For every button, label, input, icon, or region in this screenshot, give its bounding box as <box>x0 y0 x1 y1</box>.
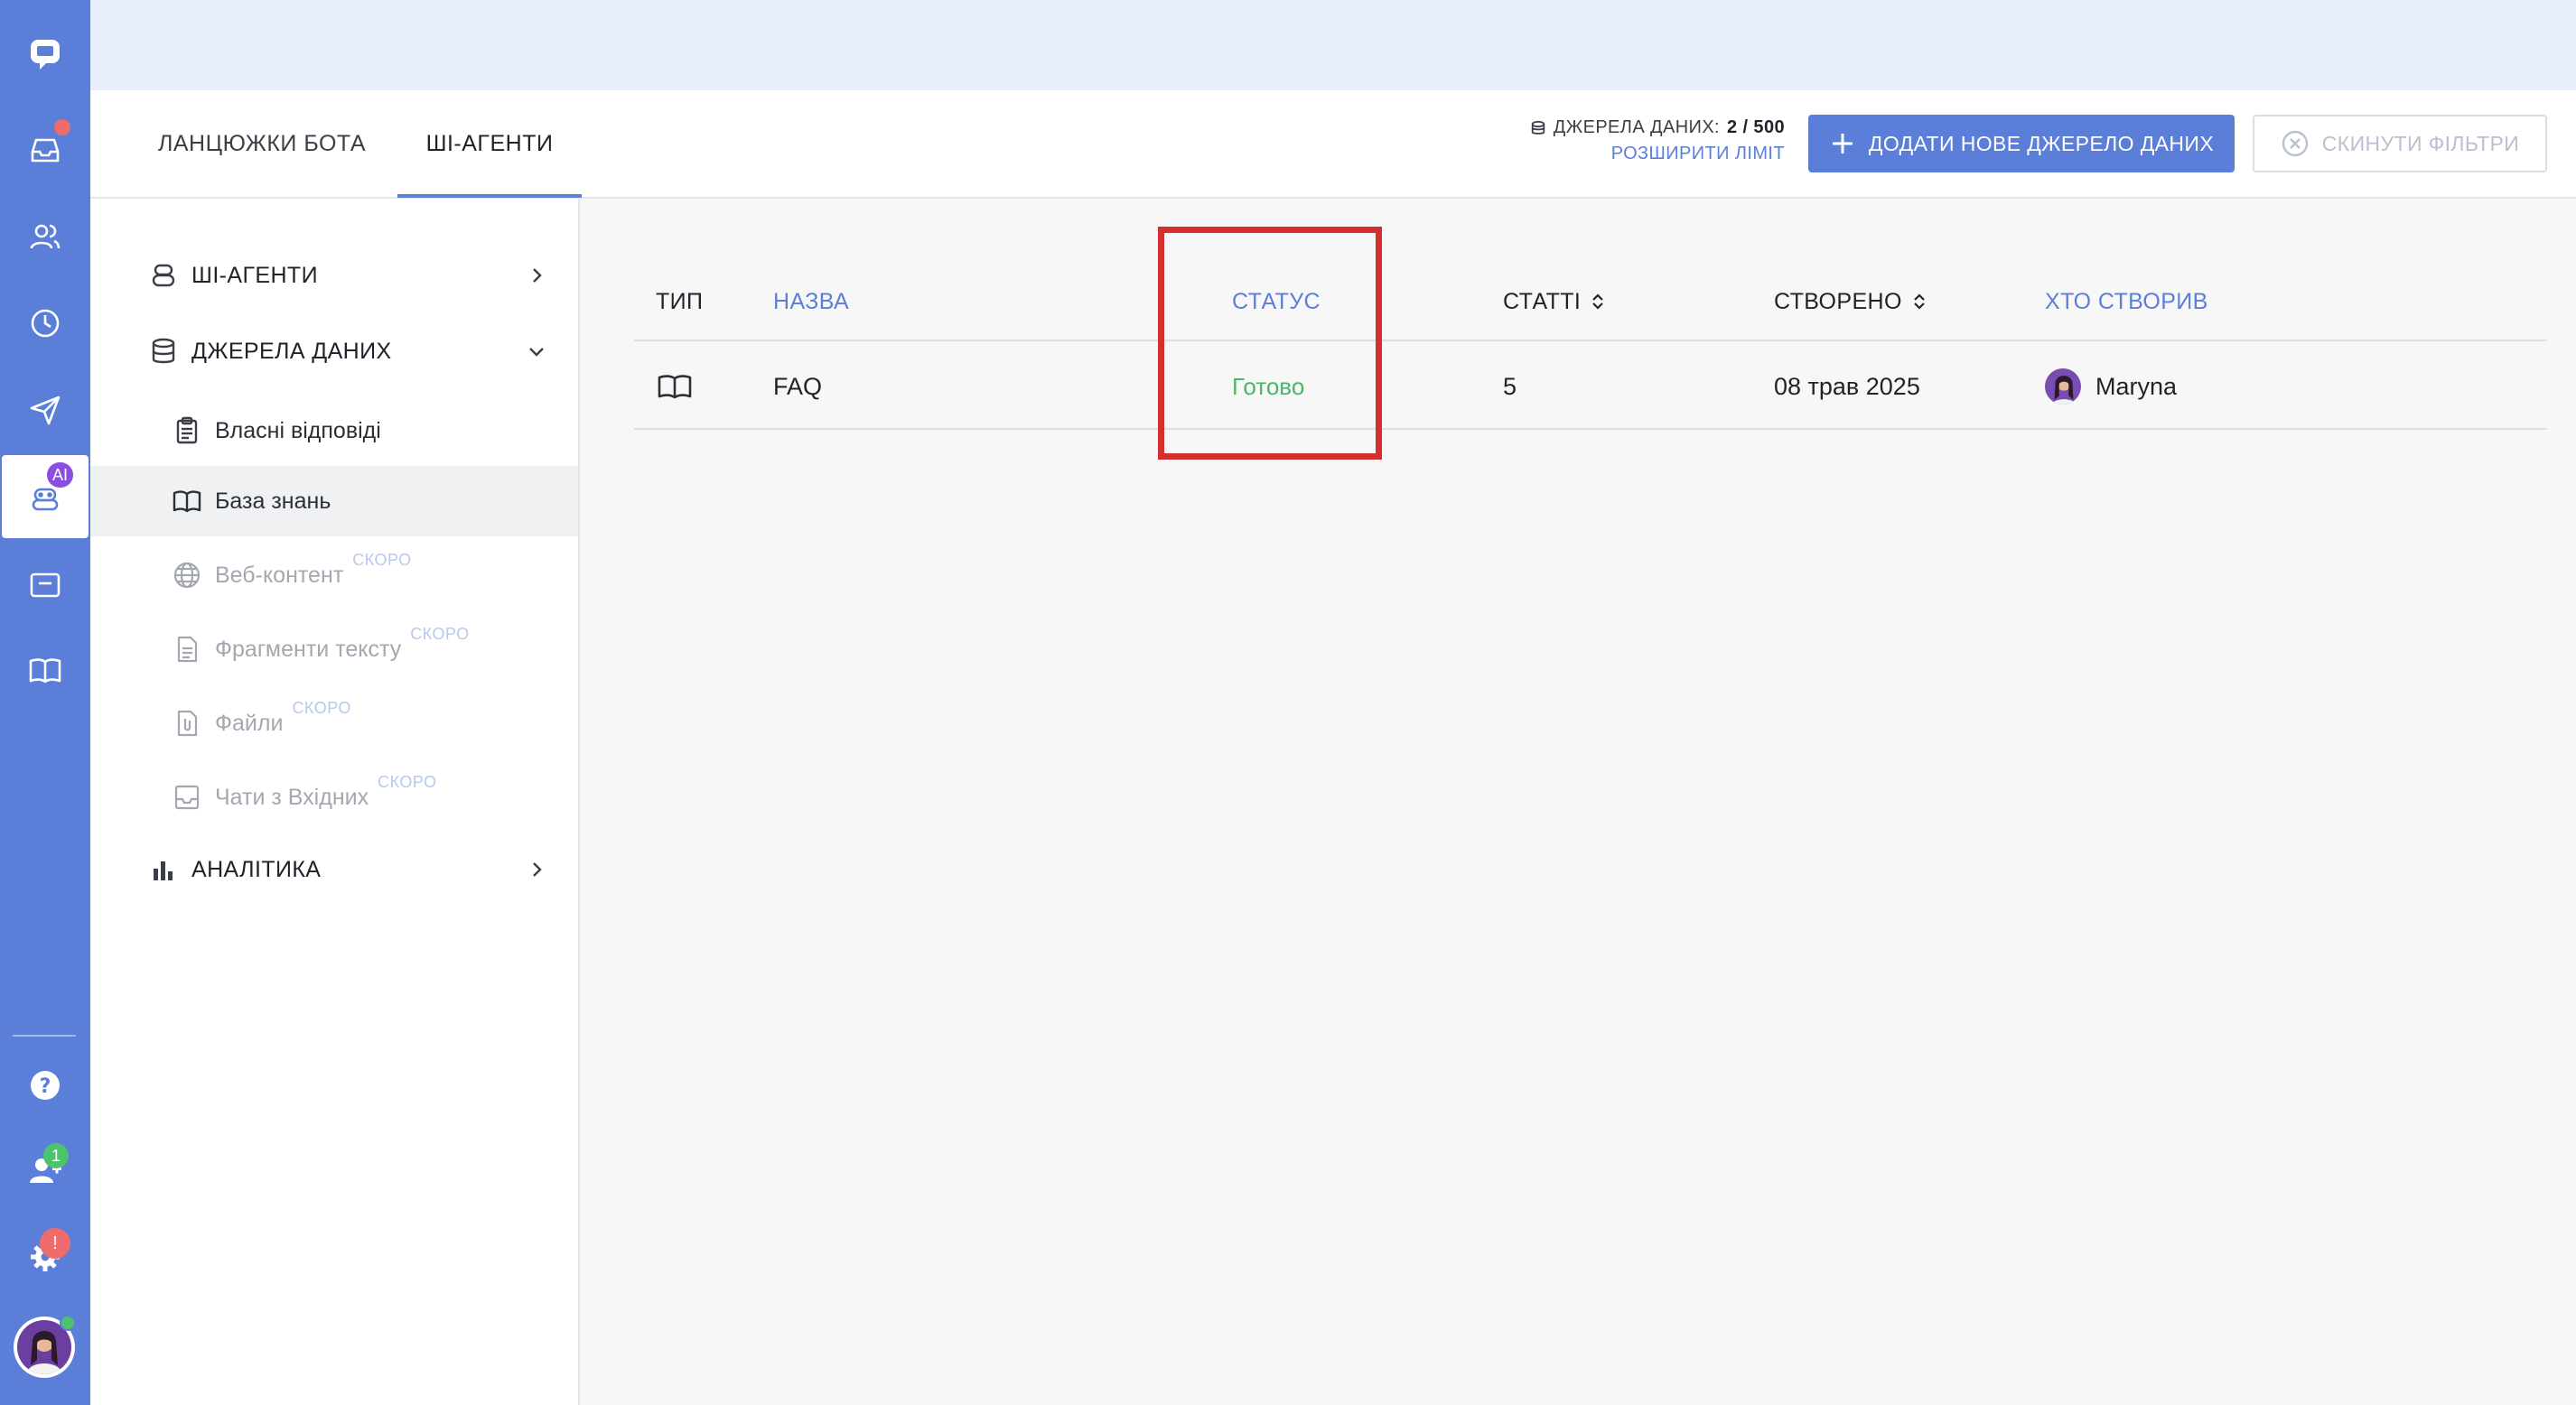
column-label: СТАТТІ <box>1503 289 1582 314</box>
sidebar-section-label: ДЖЕРЕЛА ДАНИХ <box>191 338 392 364</box>
data-sources-quota: ДЖЕРЕЛА ДАНИХ: 2 / 500 РОЗШИРИТИ ЛІМІТ <box>1514 117 1785 172</box>
column-label: СТВОРЕНО <box>1774 289 1902 314</box>
globe-icon <box>172 560 202 591</box>
add-data-source-button[interactable]: ДОДАТИ НОВЕ ДЖЕРЕЛО ДАНИХ <box>1808 115 2235 172</box>
contacts-icon[interactable] <box>0 195 90 278</box>
add-data-source-label: ДОДАТИ НОВЕ ДЖЕРЕЛО ДАНИХ <box>1868 131 2215 155</box>
ai-agent-icon <box>148 260 179 291</box>
expand-limit-link[interactable]: РОЗШИРИТИ ЛІМІТ <box>1514 144 1785 164</box>
plus-icon <box>1832 134 1853 154</box>
team-icon[interactable] <box>0 1129 90 1212</box>
tab-ai-agents[interactable]: ШІ-АГЕНТИ <box>397 90 582 199</box>
rail-separator <box>13 1035 76 1037</box>
soon-badge: СКОРО <box>410 625 470 643</box>
row-status-cell: Готово <box>1232 372 1305 400</box>
knowledge-book-icon[interactable] <box>0 628 90 712</box>
ai-badge: AI <box>47 462 74 488</box>
clipboard-icon <box>172 415 202 446</box>
file-clip-icon <box>172 708 202 739</box>
column-label: ХТО СТВОРИВ <box>2045 289 2208 314</box>
sidebar-item-label: Чати з Вхідних <box>215 784 369 810</box>
chevron-right-icon <box>533 268 542 283</box>
column-author[interactable]: ХТО СТВОРИВ <box>2045 262 2208 341</box>
top-banner <box>90 0 2576 90</box>
sidebar-item-label: База знань <box>215 488 331 514</box>
sort-icon <box>1914 293 1925 310</box>
column-articles[interactable]: СТАТТІ <box>1503 262 1608 341</box>
sidebar-item-text-snippets: Фрагменти тексту СКОРО <box>90 614 578 684</box>
sidebar-item-label: Веб-контент <box>215 562 344 588</box>
reset-filters-label: СКИНУТИ ФІЛЬТРИ <box>2321 131 2520 155</box>
soon-badge: СКОРО <box>378 773 437 791</box>
database-icon <box>148 336 179 367</box>
book-icon <box>172 486 202 516</box>
sidebar-section-label: ШІ-АГЕНТИ <box>191 262 318 288</box>
sidebar-item-custom-answers[interactable]: Власні відповіді <box>90 395 578 466</box>
column-label: ТИП <box>656 289 704 314</box>
sidebar-item-knowledge-base[interactable]: База знань <box>90 466 578 536</box>
author-name: Maryna <box>2095 372 2178 400</box>
quota-label: ДЖЕРЕЛА ДАНИХ: <box>1553 117 1721 137</box>
online-status-dot <box>60 1315 76 1331</box>
sidebar-section-ai-agents[interactable]: ШІ-АГЕНТИ <box>90 240 578 311</box>
left-rail: AI ? 1 ! <box>0 0 90 1405</box>
tab-label: ЛАНЦЮЖКИ БОТА <box>157 131 367 156</box>
settings-alert-badge: ! <box>40 1228 70 1259</box>
soon-badge: СКОРО <box>352 551 412 569</box>
sidebar-item-label: Фрагменти тексту <box>215 636 402 662</box>
close-circle-icon <box>2282 130 2308 157</box>
sidebar-item-label: Власні відповіді <box>215 417 381 443</box>
sidebar-item-files: Файли СКОРО <box>90 688 578 758</box>
table-header: ТИП НАЗВА СТАТУС СТАТТІ СТВОРЕНО ХТО СТВ… <box>634 262 2547 341</box>
sidebar-section-analytics[interactable]: АНАЛІТИКА <box>90 834 578 905</box>
chevron-right-icon <box>533 862 542 877</box>
quota-label-line: ДЖЕРЕЛА ДАНИХ: 2 / 500 <box>1514 117 1785 138</box>
sidebar-item-label: Файли <box>215 710 284 736</box>
column-status[interactable]: СТАТУС <box>1232 262 1321 341</box>
row-name-cell[interactable]: FAQ <box>773 343 822 430</box>
row-articles-cell: 5 <box>1503 372 1517 400</box>
tab-label: ШІ-АГЕНТИ <box>425 131 554 156</box>
sidebar-item-web-content: Веб-контент СКОРО <box>90 540 578 610</box>
inbox-notification-dot <box>54 119 70 135</box>
row-author-cell: Maryna <box>2045 343 2177 430</box>
row-type-cell <box>656 343 694 430</box>
document-icon <box>172 634 202 665</box>
ai-bot-icon[interactable] <box>2 455 89 538</box>
team-badge: 1 <box>43 1143 69 1168</box>
inbox-icon[interactable] <box>0 108 90 191</box>
table-row[interactable]: FAQ Готово 5 08 трав 2025 Maryna <box>634 343 2547 430</box>
row-created-cell: 08 трав 2025 <box>1774 372 1920 400</box>
tab-bot-chains[interactable]: ЛАНЦЮЖКИ БОТА <box>154 90 370 199</box>
book-icon <box>658 375 692 399</box>
column-created[interactable]: СТВОРЕНО <box>1774 262 1929 341</box>
author-avatar <box>2045 368 2081 405</box>
widget-icon[interactable] <box>0 544 90 627</box>
database-small-icon <box>1531 120 1545 135</box>
inbox-tray-icon <box>172 782 202 813</box>
sidebar-section-data-sources[interactable]: ДЖЕРЕЛА ДАНИХ <box>90 316 578 386</box>
column-name[interactable]: НАЗВА <box>773 262 849 341</box>
column-label: СТАТУС <box>1232 289 1321 314</box>
reset-filters-button[interactable]: СКИНУТИ ФІЛЬТРИ <box>2253 115 2547 172</box>
sidebar-item-inbox-chats: Чати з Вхідних СКОРО <box>90 762 578 833</box>
bar-chart-icon <box>148 854 179 885</box>
settings-icon[interactable] <box>0 1215 90 1298</box>
quota-value: 2 / 500 <box>1727 117 1785 137</box>
active-tab-indicator <box>397 194 582 198</box>
send-icon[interactable] <box>0 368 90 451</box>
svg-text:?: ? <box>40 1075 51 1098</box>
sidebar-section-label: АНАЛІТИКА <box>191 856 322 882</box>
history-icon[interactable] <box>0 282 90 365</box>
column-label: НАЗВА <box>773 289 850 314</box>
help-icon[interactable]: ? <box>0 1044 90 1127</box>
chevron-down-icon <box>529 348 544 357</box>
sort-icon <box>1592 293 1604 310</box>
column-type: ТИП <box>656 262 703 341</box>
soon-badge: СКОРО <box>292 699 351 717</box>
chat-logo-icon[interactable] <box>0 13 90 96</box>
sidebar: ШІ-АГЕНТИ ДЖЕРЕЛА ДАНИХ Власні відповіді… <box>90 199 580 1405</box>
